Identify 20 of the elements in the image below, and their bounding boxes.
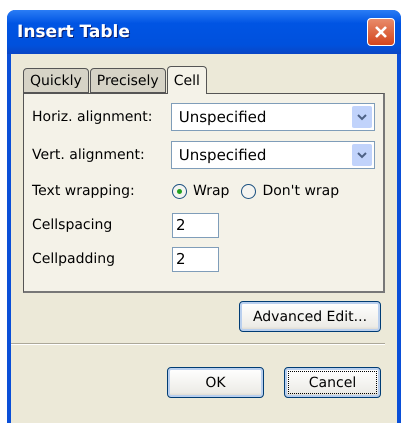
tab[interactable]: Precisely: [90, 68, 166, 93]
close-button[interactable]: [367, 18, 395, 46]
field-label: Vert. alignment:: [32, 147, 146, 163]
input-field[interactable]: 2: [172, 212, 219, 238]
tab[interactable]: Quickly: [23, 68, 89, 93]
field-label: Horiz. alignment:: [32, 109, 154, 125]
radio-option[interactable]: Wrap: [172, 183, 230, 199]
field-label: Cellspacing: [32, 217, 114, 233]
dialog-button[interactable]: Cancel: [284, 367, 381, 398]
input-field[interactable]: 2: [172, 246, 219, 272]
advanced-edit-button[interactable]: Advanced Edit...: [239, 301, 381, 332]
radio-option[interactable]: Don't wrap: [241, 183, 340, 199]
field-label: Cellpadding: [32, 251, 116, 267]
window-title: Insert Table: [17, 22, 130, 42]
close-icon: [373, 24, 389, 40]
dialog-button[interactable]: OK: [167, 367, 264, 398]
dropdown[interactable]: Unspecified: [170, 103, 375, 131]
field-label: Text wrapping:: [32, 183, 136, 199]
tab[interactable]: Cell: [166, 66, 207, 94]
dropdown[interactable]: Unspecified: [170, 141, 375, 169]
